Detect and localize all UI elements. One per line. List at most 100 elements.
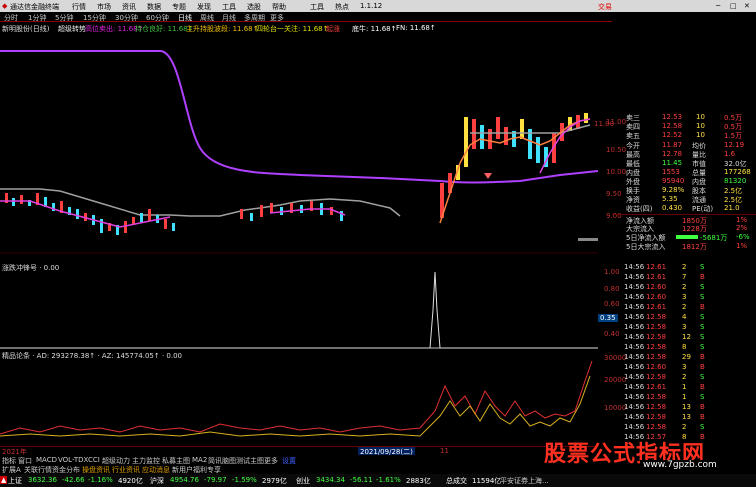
- tick-row: 14:56 12.61 2 B: [624, 302, 756, 312]
- period-tab-30min[interactable]: 30分钟: [115, 13, 138, 23]
- tick-row: 14:56 12.58 13 B: [624, 402, 756, 412]
- menu-quote[interactable]: 行情: [72, 2, 86, 12]
- tick-volume: 7: [682, 273, 687, 281]
- tick-price: 12.58: [646, 313, 667, 321]
- tick-direction: S: [700, 333, 705, 341]
- tick-price: 12.60: [646, 293, 667, 301]
- tick-time: 14:56: [624, 373, 645, 381]
- menu-tools-right[interactable]: 工具: [310, 2, 324, 12]
- menu-tools[interactable]: 工具: [222, 2, 236, 12]
- tab-ma2[interactable]: MA2: [192, 456, 207, 464]
- menu-data[interactable]: 数据: [147, 2, 161, 12]
- menu-news[interactable]: 资讯: [122, 2, 136, 12]
- tick-price: 12.61: [646, 383, 667, 391]
- period-tab-weekly[interactable]: 周线: [200, 13, 214, 23]
- tick-time: 14:56: [624, 413, 645, 421]
- menu-discover[interactable]: 发现: [197, 2, 211, 12]
- tick-row: 14:56 12.58 13 B: [624, 412, 756, 422]
- tick-volume: 2: [682, 373, 687, 381]
- tick-price: 12.58: [646, 393, 667, 401]
- tick-direction: B: [700, 363, 705, 371]
- period-tab-1min[interactable]: 1分钟: [28, 13, 46, 23]
- period-tab-more[interactable]: 更多: [270, 13, 284, 23]
- period-tab-multi[interactable]: 多周期: [244, 13, 265, 23]
- tick-time: 14:56: [624, 343, 645, 351]
- indicator-header: 新明股份(日线) 超级转势 高位卖出: 11.68↑ 持仓良好: 11.68↑ …: [0, 23, 612, 33]
- tick-row: 14:56 12.60 3 S: [624, 292, 756, 302]
- tick-volume: 2: [682, 263, 687, 271]
- tick-row: 14:56 12.58 3 S: [624, 322, 756, 332]
- sh-label[interactable]: 上证: [8, 476, 22, 486]
- tick-price: 12.58: [646, 353, 667, 361]
- tick-volume: 3: [682, 323, 687, 331]
- menu-hot[interactable]: 热点: [335, 2, 349, 12]
- menu-help[interactable]: 帮助: [272, 2, 286, 12]
- trade-button[interactable]: 交易: [598, 2, 612, 12]
- title-bar: ◆ 通达信金融终端 行情 市场 资讯 数据 专题 发现 工具 选股 帮助 工具 …: [0, 0, 756, 12]
- sz-label[interactable]: 沪深: [150, 476, 164, 486]
- tick-price: 12.61: [646, 263, 667, 271]
- sub2-chart[interactable]: [0, 356, 598, 446]
- tick-row: 14:56 12.60 2 S: [624, 282, 756, 292]
- sh-percent: -1.16%: [88, 476, 113, 484]
- app-title: 通达信金融终端: [10, 3, 59, 11]
- tick-direction: S: [700, 313, 705, 321]
- flow-bar: [676, 235, 698, 239]
- candlestick-chart[interactable]: [0, 33, 598, 261]
- menu-select[interactable]: 选股: [247, 2, 261, 12]
- tick-volume: 3: [682, 293, 687, 301]
- menu-topic[interactable]: 专题: [172, 2, 186, 12]
- sub1-spike-line: [0, 271, 598, 349]
- tick-price: 12.60: [646, 363, 667, 371]
- tick-time: 14:56: [624, 313, 645, 321]
- close-icon[interactable]: ✕: [744, 2, 750, 10]
- period-tab-5min[interactable]: 5分钟: [55, 13, 73, 23]
- tab-macd[interactable]: MACD: [36, 456, 57, 464]
- tick-direction: B: [700, 413, 705, 421]
- tick-row: 14:56 12.61 7 B: [624, 272, 756, 282]
- indicator-value-fn: FN: 11.68↑: [396, 24, 436, 32]
- tick-time: 14:56: [624, 283, 645, 291]
- maximize-icon[interactable]: □: [730, 2, 737, 10]
- sell-marker-icon: [484, 173, 492, 179]
- period-tab-monthly[interactable]: 月线: [222, 13, 236, 23]
- sh-value: 3632.36: [28, 476, 57, 484]
- status-note[interactable]: 平安证券上海...: [500, 476, 549, 486]
- tick-time: 14:56: [624, 303, 645, 311]
- cy-label[interactable]: 创业: [296, 476, 310, 486]
- order-row: 卖五 12.52 10 1.5万: [626, 131, 743, 140]
- tab-cci[interactable]: CCI: [88, 456, 100, 464]
- tick-price: 12.58: [646, 343, 667, 351]
- tick-direction: B: [700, 273, 705, 281]
- tick-direction: S: [700, 343, 705, 351]
- tick-volume: 2: [682, 283, 687, 291]
- tick-price: 12.58: [646, 403, 667, 411]
- tick-price: 12.58: [646, 323, 667, 331]
- flow-row: 5日大宗流入 1812万 1%: [626, 242, 748, 251]
- app-logo-icon: ◆: [2, 2, 8, 10]
- tick-row: 14:56 12.61 2 S: [624, 262, 756, 272]
- tick-price: 12.58: [646, 413, 667, 421]
- period-tab-60min[interactable]: 60分钟: [146, 13, 169, 23]
- tick-direction: S: [700, 373, 705, 381]
- period-tab-daily[interactable]: 日线: [178, 13, 192, 23]
- tick-direction: B: [700, 403, 705, 411]
- period-tab-15min[interactable]: 15分钟: [83, 13, 106, 23]
- tick-row: 14:56 12.58 2 S: [624, 372, 756, 382]
- period-tab-timeshare[interactable]: 分时: [4, 13, 18, 23]
- sz-percent: -1.59%: [232, 476, 257, 484]
- tick-row: 14:56 12.58 29 B: [624, 352, 756, 362]
- cy-change: -56.11: [350, 476, 373, 484]
- tick-price: 12.58: [646, 373, 667, 381]
- cy-value: 3434.34: [316, 476, 345, 484]
- tick-time: 14:56: [624, 273, 645, 281]
- tick-direction: S: [700, 393, 705, 401]
- menu-market[interactable]: 市场: [97, 2, 111, 12]
- sub2-line-yellow: [0, 375, 591, 437]
- tab-vol-tdx[interactable]: VOL-TDX: [58, 456, 88, 464]
- tick-row: 14:56 12.58 2 S: [624, 422, 756, 432]
- sh-amount: 4920亿: [118, 477, 143, 485]
- tick-list[interactable]: 14:56 12.61 2 S 14:56 12.61 7 B 14:56 12.60 2 S 14:5…: [624, 262, 756, 447]
- minimize-icon[interactable]: ─: [716, 2, 720, 10]
- sub1-chart[interactable]: [0, 270, 598, 350]
